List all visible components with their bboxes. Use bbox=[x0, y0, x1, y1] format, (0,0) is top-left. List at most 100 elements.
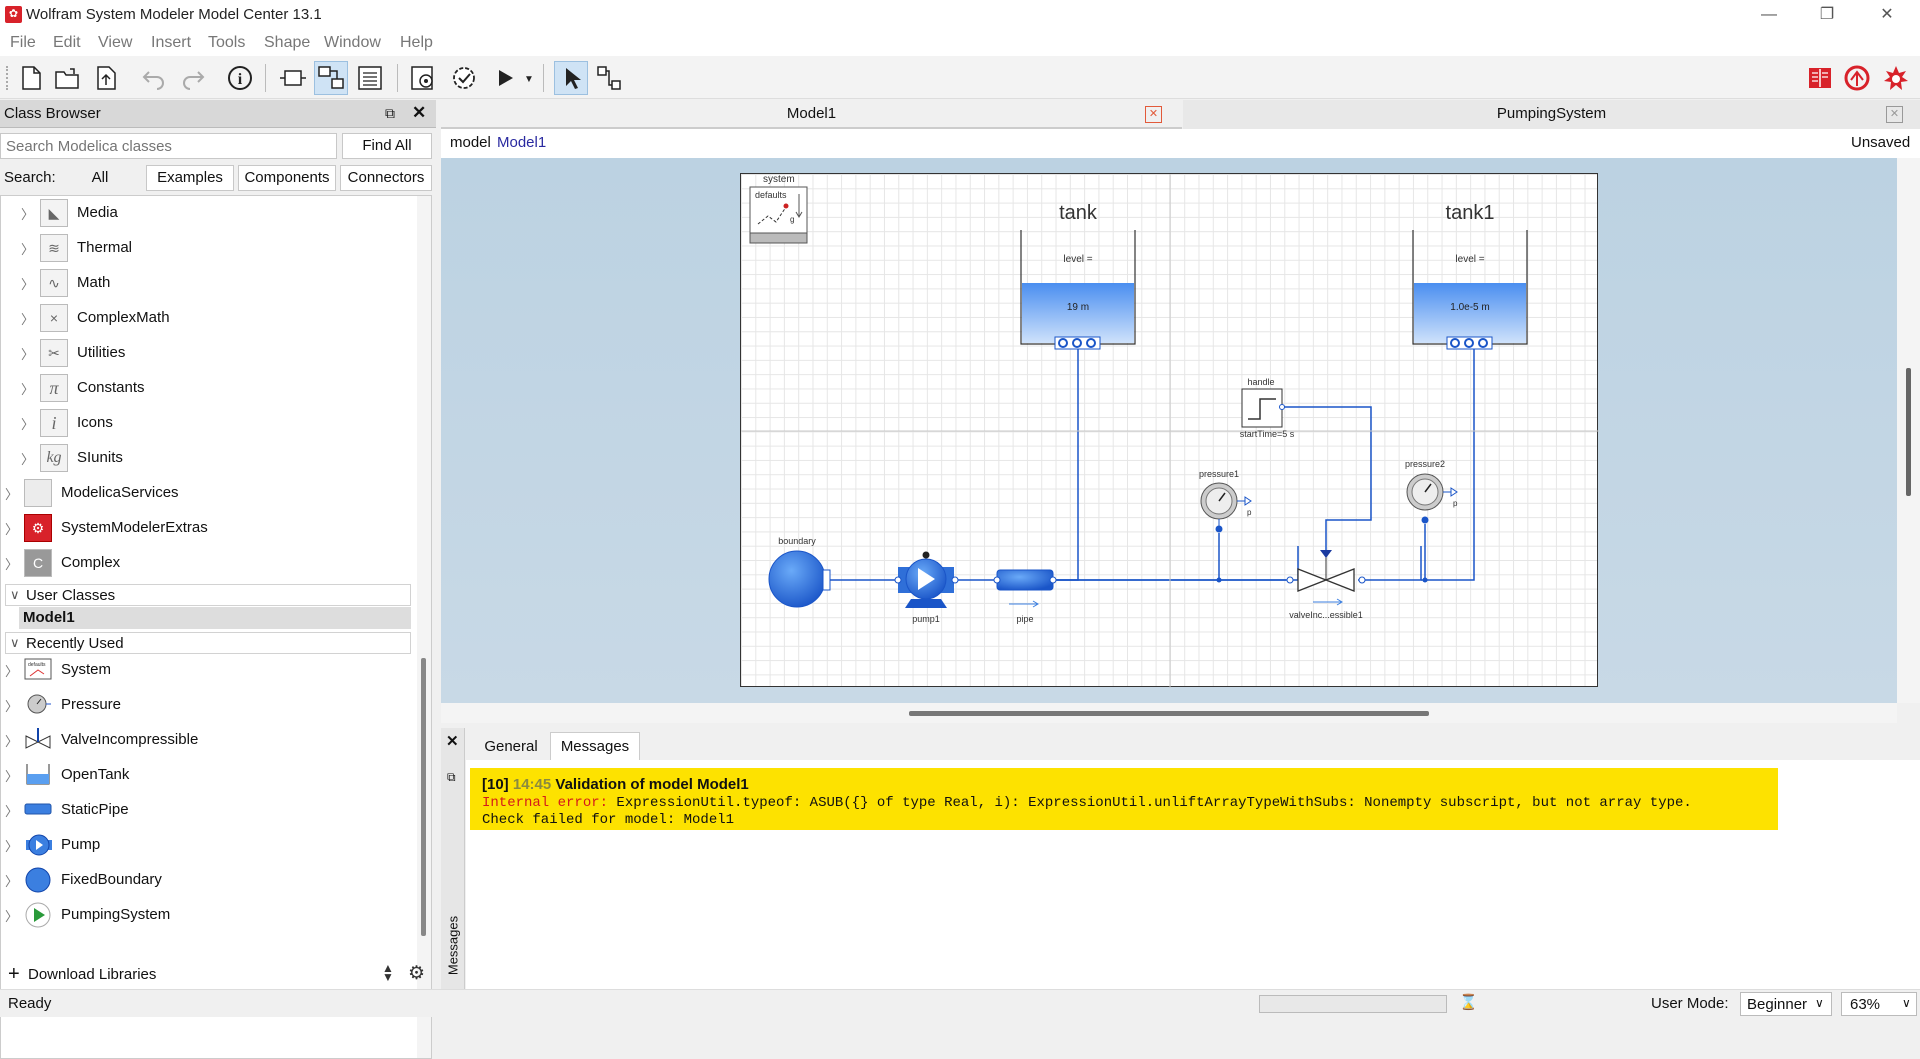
wolfram-spikey-icon[interactable] bbox=[1840, 61, 1874, 95]
menu-view[interactable]: View bbox=[98, 34, 132, 52]
close-messages-icon[interactable]: ✕ bbox=[446, 732, 459, 750]
text-view-icon[interactable] bbox=[353, 61, 387, 95]
menu-help[interactable]: Help bbox=[400, 34, 433, 52]
save-icon[interactable] bbox=[89, 61, 123, 95]
tree-item-complexmath[interactable]: 〉 × ComplexMath bbox=[1, 303, 401, 333]
canvas-horizontal-scrollbar[interactable] bbox=[441, 703, 1897, 723]
tree-item-thermal[interactable]: 〉 ≋ Thermal bbox=[1, 233, 401, 263]
play-example-icon bbox=[24, 901, 52, 933]
download-libraries-link[interactable]: Download Libraries bbox=[28, 966, 156, 983]
icon-view-icon[interactable] bbox=[276, 61, 310, 95]
scrollbar-thumb[interactable] bbox=[1906, 368, 1911, 496]
menu-insert[interactable]: Insert bbox=[151, 34, 191, 52]
connector-icon[interactable] bbox=[592, 61, 626, 95]
tree-item-icons[interactable]: 〉 i Icons bbox=[1, 408, 401, 438]
user-mode-select[interactable]: Beginner ∨ bbox=[1740, 992, 1832, 1016]
tree-item-systemmodelerextras[interactable]: 〉 ⚙ SystemModelerExtras bbox=[1, 513, 401, 543]
new-file-icon[interactable] bbox=[14, 61, 48, 95]
message-entry[interactable]: [10] 14:45 Validation of model Model1 In… bbox=[470, 768, 1778, 830]
tab-pumpingsystem[interactable]: PumpingSystem bbox=[1183, 100, 1920, 129]
class-tree-scrollbar[interactable] bbox=[417, 196, 431, 1058]
tank-level-label: level = bbox=[1063, 254, 1093, 265]
pointer-icon[interactable] bbox=[554, 61, 588, 95]
tree-item-math[interactable]: 〉 ∿ Math bbox=[1, 268, 401, 298]
validate-icon[interactable] bbox=[447, 61, 481, 95]
menu-edit[interactable]: Edit bbox=[53, 34, 81, 52]
open-folder-icon[interactable] bbox=[50, 61, 84, 95]
recent-item-fixedboundary[interactable]: 〉 FixedBoundary bbox=[1, 865, 401, 895]
tab-model1[interactable]: Model1 bbox=[441, 100, 1182, 129]
documentation-icon[interactable] bbox=[1803, 61, 1837, 95]
recent-item-system[interactable]: 〉 defaults System bbox=[1, 655, 401, 685]
filter-all-button[interactable]: All bbox=[58, 165, 142, 191]
wolfram-star-icon[interactable] bbox=[1879, 61, 1913, 95]
tree-item-label: FixedBoundary bbox=[61, 871, 162, 888]
zoom-select[interactable]: 63% ∨ bbox=[1841, 992, 1917, 1016]
system-defaults-label: defaults bbox=[755, 190, 787, 200]
menu-shape[interactable]: Shape bbox=[264, 34, 310, 52]
recently-used-section[interactable]: ∨ Recently Used bbox=[5, 632, 411, 654]
close-window-button[interactable]: ✕ bbox=[1858, 0, 1916, 30]
undock-icon[interactable]: ⧉ bbox=[447, 770, 456, 785]
tree-item-label: OpenTank bbox=[61, 766, 130, 783]
minimize-button[interactable]: — bbox=[1740, 0, 1798, 30]
tree-item-label: Utilities bbox=[77, 344, 126, 361]
editor-tabbar: Model1 ✕ PumpingSystem ✕ bbox=[441, 100, 1920, 129]
filter-components-button[interactable]: Components bbox=[238, 165, 336, 191]
modelicaservices-icon bbox=[24, 479, 52, 507]
tab-messages[interactable]: Messages bbox=[550, 732, 640, 760]
tree-item-label: ValveIncompressible bbox=[61, 731, 199, 748]
filter-connectors-button[interactable]: Connectors bbox=[340, 165, 432, 191]
recent-item-staticpipe[interactable]: 〉 StaticPipe bbox=[1, 795, 401, 825]
tree-item-model1[interactable]: Model1 bbox=[19, 607, 411, 629]
toolbar-separator bbox=[265, 64, 266, 92]
tree-item-modelicaservices[interactable]: 〉 ModelicaServices bbox=[1, 478, 401, 508]
scrollbar-thumb[interactable] bbox=[421, 658, 426, 936]
class-browser-header: Class Browser ⧉ ✕ bbox=[0, 100, 436, 128]
recent-item-valveincompressible[interactable]: 〉 ValveIncompressible bbox=[1, 725, 401, 755]
user-classes-section[interactable]: ∨ User Classes bbox=[5, 584, 411, 606]
tree-item-label: SIunits bbox=[77, 449, 123, 466]
maximize-button[interactable]: ❐ bbox=[1798, 0, 1856, 30]
gear-icon[interactable]: ⚙ bbox=[408, 962, 425, 985]
user-mode-label: User Mode: bbox=[1651, 995, 1729, 1012]
redo-icon[interactable] bbox=[176, 61, 210, 95]
simulate-dropdown-icon[interactable]: ▼ bbox=[524, 74, 534, 85]
tree-item-complex[interactable]: 〉 C Complex bbox=[1, 548, 401, 578]
tab-general[interactable]: General bbox=[476, 735, 546, 760]
canvas-vertical-scrollbar[interactable] bbox=[1897, 158, 1920, 703]
menu-file[interactable]: File bbox=[10, 34, 36, 52]
tab-label: General bbox=[484, 738, 538, 755]
tank1-level-value: 1.0e-5 m bbox=[1450, 302, 1490, 313]
diagram-view-icon[interactable] bbox=[314, 61, 348, 95]
media-icon: ◣ bbox=[40, 199, 68, 227]
find-all-button[interactable]: Find All bbox=[342, 133, 432, 159]
close-tab-icon[interactable]: ✕ bbox=[1886, 106, 1903, 123]
menu-tools[interactable]: Tools bbox=[208, 34, 245, 52]
close-tab-icon[interactable]: ✕ bbox=[1145, 106, 1162, 123]
menu-window[interactable]: Window bbox=[324, 34, 381, 52]
filter-examples-button[interactable]: Examples bbox=[146, 165, 234, 191]
undock-icon[interactable]: ⧉ bbox=[385, 105, 395, 122]
simulation-settings-icon[interactable] bbox=[406, 61, 440, 95]
tree-item-utilities[interactable]: 〉 ✂ Utilities bbox=[1, 338, 401, 368]
scrollbar-thumb[interactable] bbox=[909, 711, 1429, 716]
close-panel-icon[interactable]: ✕ bbox=[412, 103, 426, 123]
tree-item-label: ModelicaServices bbox=[61, 484, 179, 501]
tab-label: Model1 bbox=[786, 105, 837, 122]
model-diagram[interactable]: system defaults g tank level = 19 m tank… bbox=[740, 173, 1599, 688]
tree-item-constants[interactable]: 〉 π Constants bbox=[1, 373, 401, 403]
tree-item-siunits[interactable]: 〉 kg SIunits bbox=[1, 443, 401, 473]
recent-item-pumpingsystem[interactable]: 〉 PumpingSystem bbox=[1, 900, 401, 930]
pressure-sensor-icon bbox=[24, 692, 52, 722]
class-search-input[interactable] bbox=[0, 133, 337, 159]
simulate-icon[interactable] bbox=[488, 61, 522, 95]
info-icon[interactable]: i bbox=[223, 61, 257, 95]
undo-icon[interactable] bbox=[137, 61, 171, 95]
recent-item-pump[interactable]: 〉 Pump bbox=[1, 830, 401, 860]
tree-item-media[interactable]: 〉 ◣ Media bbox=[1, 198, 401, 228]
expand-collapse-icon[interactable]: ▲ ▼ bbox=[382, 962, 394, 983]
recent-item-opentank[interactable]: 〉 OpenTank bbox=[1, 760, 401, 790]
recent-item-pressure[interactable]: 〉 Pressure bbox=[1, 690, 401, 720]
system-label: system bbox=[763, 174, 795, 185]
